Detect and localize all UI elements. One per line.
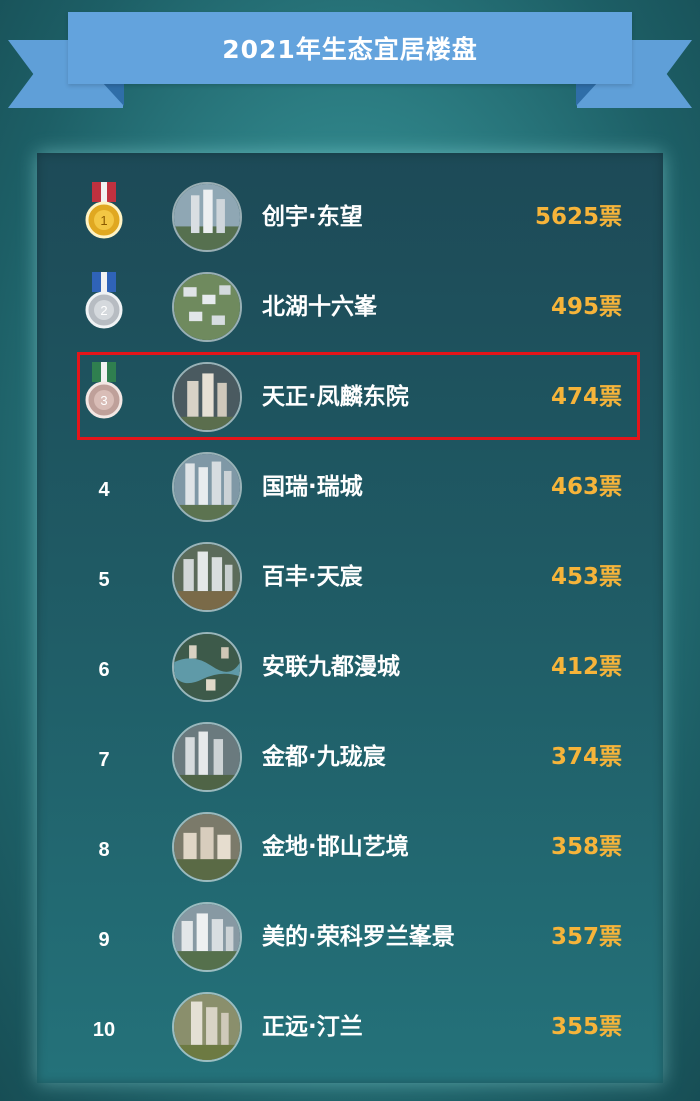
property-name: 国瑞·瑞城 bbox=[262, 474, 363, 500]
rank-number: 10 bbox=[92, 1018, 116, 1041]
property-name: 美的·荣科罗兰峯景 bbox=[262, 924, 455, 950]
highlight-box bbox=[77, 352, 640, 440]
ranking-row[interactable]: 10 正远·汀兰 355票 bbox=[0, 985, 700, 1075]
property-thumbnail[interactable] bbox=[172, 542, 242, 612]
rank-number: 6 bbox=[98, 658, 110, 681]
ranking-row[interactable]: 6 安联九都漫城 412票 bbox=[0, 625, 700, 715]
rank-number: 9 bbox=[98, 928, 110, 951]
property-thumbnail[interactable] bbox=[172, 452, 242, 522]
vote-count: 374票 bbox=[550, 744, 622, 770]
ranking-row[interactable]: 4 国瑞·瑞城 463票 bbox=[0, 445, 700, 535]
rank-number: 8 bbox=[98, 838, 110, 861]
property-name: 金都·九珑宸 bbox=[262, 744, 386, 770]
property-name: 安联九都漫城 bbox=[262, 654, 400, 680]
property-name: 北湖十六峯 bbox=[262, 294, 377, 320]
vote-count: 357票 bbox=[550, 924, 622, 950]
vote-count: 463票 bbox=[550, 474, 622, 500]
property-thumbnail[interactable] bbox=[172, 272, 242, 342]
rank-number: 4 bbox=[98, 478, 110, 501]
ranking-row[interactable]: 5 百丰·天宸 453票 bbox=[0, 535, 700, 625]
property-thumbnail[interactable] bbox=[172, 902, 242, 972]
property-thumbnail[interactable] bbox=[172, 992, 242, 1062]
property-thumbnail[interactable] bbox=[172, 182, 242, 252]
property-name: 正远·汀兰 bbox=[262, 1014, 363, 1040]
ranking-row[interactable]: 9 美的·荣科罗兰峯景 357票 bbox=[0, 895, 700, 985]
vote-count: 453票 bbox=[550, 564, 622, 590]
property-thumbnail[interactable] bbox=[172, 812, 242, 882]
medal-number: 2 bbox=[100, 303, 107, 318]
property-name: 金地·邯山艺境 bbox=[262, 834, 409, 860]
ranking-row[interactable]: 1 创宇·东望 5625票 bbox=[0, 175, 700, 265]
rank-number: 5 bbox=[98, 568, 110, 591]
vote-count: 495票 bbox=[550, 294, 622, 320]
ranking-row[interactable]: 2 北湖十六峯 495票 bbox=[0, 265, 700, 355]
page-title: 2021年生态宜居楼盘 bbox=[222, 35, 478, 64]
property-name: 创宇·东望 bbox=[262, 204, 363, 230]
silver-medal-icon: 2 bbox=[85, 272, 123, 329]
vote-count: 358票 bbox=[550, 834, 622, 860]
property-thumbnail[interactable] bbox=[172, 632, 242, 702]
property-name: 百丰·天宸 bbox=[262, 564, 363, 590]
vote-count: 5625票 bbox=[534, 204, 622, 230]
ranking-row[interactable]: 7 金都·九珑宸 374票 bbox=[0, 715, 700, 805]
rank-number: 7 bbox=[98, 748, 110, 771]
ribbon-banner: 2021年生态宜居楼盘 bbox=[68, 12, 632, 84]
vote-count: 355票 bbox=[550, 1014, 622, 1040]
gold-medal-icon: 1 bbox=[85, 182, 123, 239]
ranking-row[interactable]: 8 金地·邯山艺境 358票 bbox=[0, 805, 700, 895]
property-thumbnail[interactable] bbox=[172, 722, 242, 792]
medal-number: 1 bbox=[100, 213, 107, 228]
vote-count: 412票 bbox=[550, 654, 622, 680]
